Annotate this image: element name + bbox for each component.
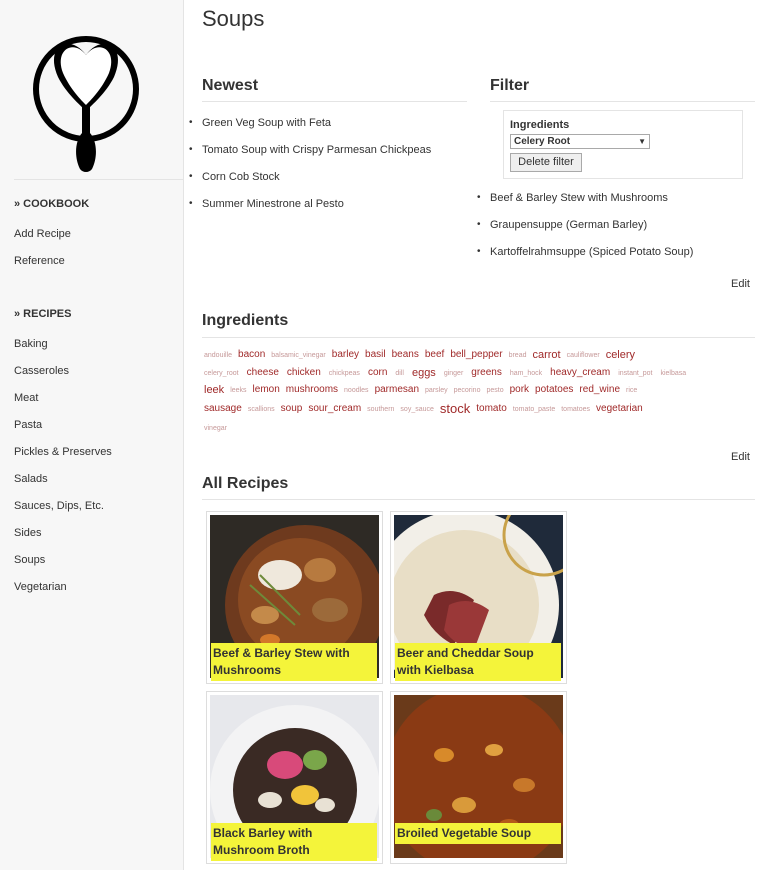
sidebar-link-sauces[interactable]: Sauces, Dips, Etc. — [14, 500, 104, 512]
recipe-card-title: Broiled Vegetable Soup — [395, 823, 561, 844]
sidebar-link-casseroles[interactable]: Casseroles — [14, 365, 69, 377]
filter-result-item[interactable]: Kartoffelrahmsuppe (Spiced Potato Soup) — [477, 246, 693, 258]
ingredient-tag[interactable]: greens — [471, 367, 502, 378]
ingredient-tag[interactable]: ginger — [444, 370, 463, 377]
ingredient-tag[interactable]: tomato_paste — [513, 406, 555, 413]
ingredient-tag[interactable]: beans — [392, 349, 419, 360]
ingredient-tag[interactable]: cauliflower — [567, 352, 600, 359]
sidebar-link-pasta[interactable]: Pasta — [14, 419, 42, 431]
sidebar-link-meat[interactable]: Meat — [14, 392, 38, 404]
sidebar-link-sides[interactable]: Sides — [14, 527, 42, 539]
sidebar-link-reference[interactable]: Reference — [14, 255, 65, 267]
ingredient-tag[interactable]: vegetarian — [596, 403, 643, 414]
ingredient-select-value: Celery Root — [514, 136, 571, 147]
ingredient-tag[interactable]: bell_pepper — [450, 349, 502, 360]
delete-filter-button[interactable]: Delete filter — [510, 153, 582, 172]
all-recipes-divider — [202, 499, 755, 500]
recipe-card[interactable]: Black Barley with Mushroom Broth — [206, 691, 383, 864]
ingredient-tag[interactable]: bread — [509, 352, 527, 359]
ingredient-tag[interactable]: beef — [425, 349, 444, 360]
ingredient-tag[interactable]: kielbasa — [660, 370, 686, 377]
newest-item[interactable]: Corn Cob Stock — [189, 171, 280, 183]
ingredient-tag[interactable]: parmesan — [375, 384, 419, 395]
ingredient-tag[interactable]: balsamic_vinegar — [271, 352, 325, 359]
newest-item[interactable]: Summer Minestrone al Pesto — [189, 198, 344, 210]
filter-result-item[interactable]: Beef & Barley Stew with Mushrooms — [477, 192, 668, 204]
logo-divider — [14, 179, 183, 180]
newest-heading: Newest — [202, 77, 259, 94]
ingredient-tag[interactable]: andouille — [204, 352, 232, 359]
recipe-card[interactable]: Broiled Vegetable Soup — [390, 691, 567, 864]
ingredient-tag[interactable]: barley — [332, 349, 359, 360]
ingredient-tag[interactable]: sour_cream — [308, 403, 361, 414]
ingredient-tag[interactable]: pesto — [486, 387, 503, 394]
ingredient-tag[interactable]: celery_root — [204, 370, 239, 377]
ingredient-tag[interactable]: parsley — [425, 387, 448, 394]
ingredient-tag[interactable]: red_wine — [579, 384, 620, 395]
filter-edit-link[interactable]: Edit — [731, 278, 750, 290]
all-recipes-heading: All Recipes — [202, 475, 289, 492]
ingredient-tag[interactable]: carrot — [532, 349, 560, 361]
ingredient-tag[interactable]: dill — [395, 370, 404, 377]
ingredient-tag[interactable]: rice — [626, 387, 637, 394]
ingredient-tag[interactable]: vinegar — [204, 425, 227, 432]
ingredient-tag[interactable]: instant_pot — [618, 370, 652, 377]
sidebar-link-salads[interactable]: Salads — [14, 473, 48, 485]
sidebar-link-soups[interactable]: Soups — [14, 554, 45, 566]
logo-icon[interactable] — [30, 5, 142, 175]
ingredients-heading: Ingredients — [202, 312, 289, 329]
newest-item[interactable]: Green Veg Soup with Feta — [189, 117, 331, 129]
ingredient-tag[interactable]: sausage — [204, 403, 242, 414]
recipes-section-title: » RECIPES — [14, 308, 72, 320]
sidebar-link-add-recipe[interactable]: Add Recipe — [14, 228, 71, 240]
ingredient-tag[interactable]: basil — [365, 349, 386, 360]
caret-down-icon: ▼ — [638, 137, 646, 146]
sidebar-link-vegetarian[interactable]: Vegetarian — [14, 581, 67, 593]
filter-box: Ingredients Celery Root ▼ Delete filter — [503, 110, 743, 179]
ingredient-tag[interactable]: heavy_cream — [550, 367, 610, 378]
ingredient-tag[interactable]: mushrooms — [286, 384, 338, 395]
ingredient-tag[interactable]: tomato — [476, 403, 507, 414]
ingredient-tag[interactable]: cheese — [247, 367, 279, 378]
ingredient-tag[interactable]: eggs — [412, 367, 436, 379]
recipe-card-title: Beer and Cheddar Soup with Kielbasa — [395, 643, 561, 681]
sidebar-link-pickles[interactable]: Pickles & Preserves — [14, 446, 112, 458]
ingredient-tag[interactable]: tomatoes — [561, 406, 590, 413]
filter-heading: Filter — [490, 77, 530, 94]
ingredient-tag[interactable]: leeks — [230, 387, 246, 394]
recipe-card[interactable]: Beer and Cheddar Soup with Kielbasa — [390, 511, 567, 684]
ingredient-select[interactable]: Celery Root ▼ — [510, 134, 650, 149]
ingredient-tag[interactable]: ham_hock — [510, 370, 542, 377]
filter-label: Ingredients — [510, 119, 570, 131]
ingredient-tag[interactable]: stock — [440, 401, 470, 416]
filter-divider — [490, 101, 755, 102]
ingredient-tag[interactable]: soy_sauce — [400, 406, 433, 413]
recipe-card[interactable]: Beef & Barley Stew with Mushrooms — [206, 511, 383, 684]
ingredient-tag[interactable]: corn — [368, 367, 387, 378]
ingredient-tag[interactable]: bacon — [238, 349, 265, 360]
filter-result-item[interactable]: Graupensuppe (German Barley) — [477, 219, 647, 231]
ingredient-tag[interactable]: noodles — [344, 387, 369, 394]
page-title: Soups — [202, 6, 265, 31]
newest-divider — [202, 101, 467, 102]
cookbook-section-title: » COOKBOOK — [14, 198, 90, 210]
ingredient-tag[interactable]: scallions — [248, 406, 275, 413]
ingredient-tag[interactable]: soup — [281, 403, 303, 414]
recipe-card-title: Beef & Barley Stew with Mushrooms — [211, 643, 377, 681]
recipe-card-title: Black Barley with Mushroom Broth — [211, 823, 377, 861]
ingredient-tag[interactable]: pork — [510, 384, 529, 395]
sidebar: » COOKBOOK Add Recipe Reference » RECIPE… — [0, 0, 184, 870]
ingredient-tag[interactable]: pecorino — [454, 387, 481, 394]
ingredient-tag[interactable]: lemon — [253, 384, 280, 395]
ingredient-tag[interactable]: celery — [606, 349, 635, 361]
ingredient-tag[interactable]: chicken — [287, 367, 321, 378]
ingredient-tag[interactable]: chickpeas — [329, 370, 360, 377]
ingredient-tag[interactable]: southern — [367, 406, 394, 413]
ingredients-divider — [202, 337, 755, 338]
ingredient-tag[interactable]: potatoes — [535, 384, 573, 395]
ingredient-tag[interactable]: leek — [204, 384, 224, 396]
newest-item[interactable]: Tomato Soup with Crispy Parmesan Chickpe… — [189, 144, 431, 156]
ingredients-edit-link[interactable]: Edit — [731, 451, 750, 463]
sidebar-link-baking[interactable]: Baking — [14, 338, 48, 350]
